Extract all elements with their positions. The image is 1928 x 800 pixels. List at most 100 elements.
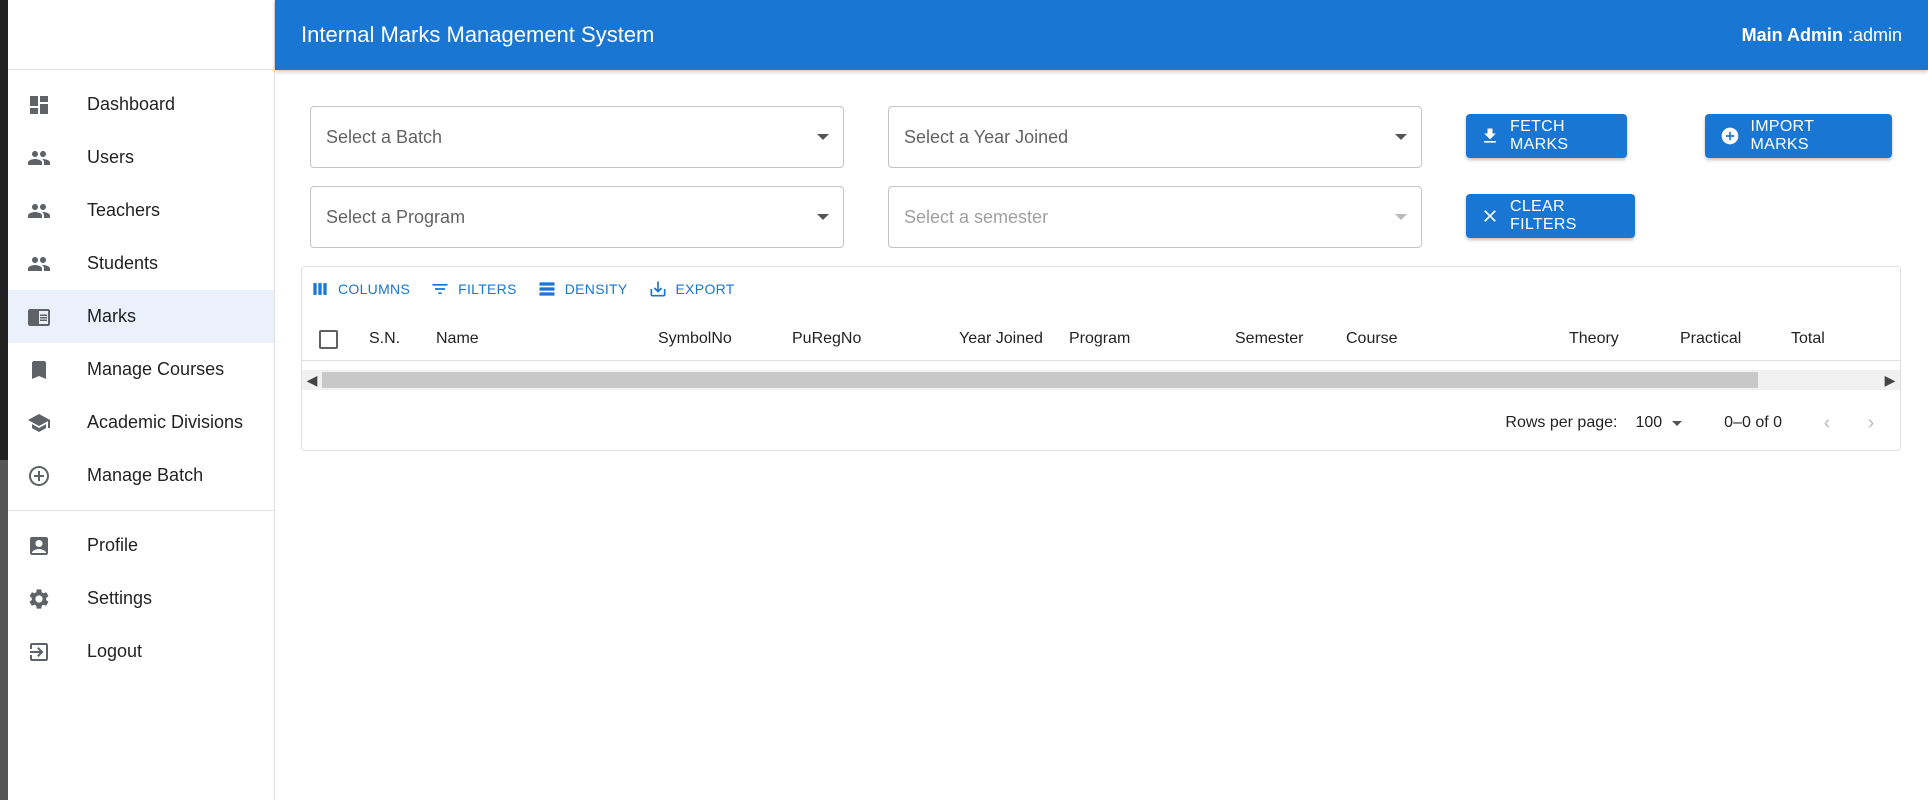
column-header-course[interactable]: Course bbox=[1346, 317, 1398, 361]
logout-icon bbox=[27, 640, 51, 664]
account-box-icon bbox=[27, 534, 51, 558]
sidebar-item-label: Profile bbox=[87, 535, 139, 555]
export-label: EXPORT bbox=[675, 281, 735, 297]
horizontal-scrollbar[interactable]: ◀ ▶ bbox=[302, 370, 1900, 390]
column-header-name[interactable]: Name bbox=[436, 317, 479, 361]
sidebar-item-label: Academic Divisions bbox=[87, 412, 244, 432]
batch-select-placeholder: Select a Batch bbox=[326, 126, 443, 147]
marks-data-grid: COLUMNS FILTERS DENSITY EXPORT S.N. Name… bbox=[301, 266, 1901, 451]
scrollbar-thumb[interactable] bbox=[322, 372, 1758, 388]
year-joined-select[interactable]: Select a Year Joined bbox=[888, 106, 1422, 168]
grid-header: S.N. Name SymbolNo PuRegNo Year Joined P… bbox=[302, 317, 1900, 361]
sidebar-item-label: Settings bbox=[87, 588, 153, 608]
add-circle-icon bbox=[27, 464, 51, 488]
chevron-down-icon bbox=[1672, 420, 1683, 426]
sidebar-item-teachers[interactable]: Teachers bbox=[8, 184, 274, 237]
chevron-down-icon bbox=[1395, 134, 1407, 140]
sidebar-item-label: Marks bbox=[87, 306, 136, 326]
column-header-year-joined[interactable]: Year Joined bbox=[959, 317, 1043, 361]
density-icon bbox=[539, 282, 555, 296]
batch-select[interactable]: Select a Batch bbox=[310, 106, 844, 168]
sidebar-item-profile[interactable]: Profile bbox=[8, 519, 274, 572]
column-header-puregno[interactable]: PuRegNo bbox=[792, 317, 861, 361]
school-icon bbox=[27, 411, 51, 435]
people-icon bbox=[27, 146, 51, 170]
columns-button[interactable]: COLUMNS bbox=[310, 279, 410, 299]
window-edge bbox=[0, 0, 8, 800]
rows-per-page-select[interactable]: 100 bbox=[1635, 414, 1683, 432]
chrome-reader-icon bbox=[27, 305, 51, 329]
column-header-theory[interactable]: Theory bbox=[1569, 317, 1619, 361]
density-label: DENSITY bbox=[564, 281, 628, 297]
fetch-marks-button[interactable]: FETCH MARKS bbox=[1466, 114, 1627, 158]
column-header-semester[interactable]: Semester bbox=[1235, 317, 1303, 361]
bookmark-icon bbox=[27, 358, 51, 382]
sidebar-item-dashboard[interactable]: Dashboard bbox=[8, 78, 274, 131]
close-icon bbox=[1480, 205, 1500, 227]
sidebar-item-logout[interactable]: Logout bbox=[8, 625, 274, 678]
rows-per-page-label: Rows per page: bbox=[1505, 414, 1618, 431]
column-header-program[interactable]: Program bbox=[1069, 317, 1130, 361]
previous-page-icon[interactable]: ‹ bbox=[1812, 408, 1842, 438]
add-circle-icon bbox=[1719, 125, 1740, 147]
next-page-icon[interactable]: › bbox=[1856, 408, 1886, 438]
app-bar: Internal Marks Management System Main Ad… bbox=[275, 0, 1928, 70]
column-header-total[interactable]: Total bbox=[1791, 317, 1825, 361]
sidebar-item-marks[interactable]: Marks bbox=[8, 290, 274, 343]
sidebar-item-academic-divisions[interactable]: Academic Divisions bbox=[8, 396, 274, 449]
dashboard-icon bbox=[27, 93, 51, 117]
column-header-symbolno[interactable]: SymbolNo bbox=[658, 317, 732, 361]
chevron-down-icon bbox=[1395, 214, 1407, 220]
sidebar-item-label: Students bbox=[87, 253, 159, 273]
sidebar-item-label: Manage Batch bbox=[87, 465, 204, 485]
sidebar-item-settings[interactable]: Settings bbox=[8, 572, 274, 625]
export-icon bbox=[650, 281, 666, 297]
sidebar-item-label: Manage Courses bbox=[87, 359, 225, 379]
sidebar-item-label: Teachers bbox=[87, 200, 161, 220]
semester-select[interactable]: Select a semester bbox=[888, 186, 1422, 248]
filters-button[interactable]: FILTERS bbox=[430, 279, 517, 299]
sidebar-divider bbox=[8, 510, 274, 511]
chevron-down-icon bbox=[817, 214, 829, 220]
rows-per-page-value: 100 bbox=[1635, 414, 1663, 431]
import-marks-button[interactable]: IMPORT MARKS bbox=[1705, 114, 1892, 158]
scroll-right-icon[interactable]: ▶ bbox=[1880, 370, 1900, 390]
semester-select-placeholder: Select a semester bbox=[904, 206, 1049, 227]
program-select[interactable]: Select a Program bbox=[310, 186, 844, 248]
user-name: :admin bbox=[1847, 24, 1902, 45]
filter-list-icon bbox=[432, 284, 448, 294]
clear-filters-button[interactable]: CLEAR FILTERS bbox=[1466, 194, 1635, 238]
select-all-checkbox[interactable] bbox=[319, 330, 338, 349]
download-icon bbox=[1480, 125, 1500, 147]
user-info: Main Admin :admin bbox=[1742, 25, 1902, 46]
sidebar-item-manage-batch[interactable]: Manage Batch bbox=[8, 449, 274, 502]
clear-filters-label: CLEAR FILTERS bbox=[1510, 198, 1577, 233]
sidebar-item-users[interactable]: Users bbox=[8, 131, 274, 184]
export-button[interactable]: EXPORT bbox=[648, 279, 735, 299]
column-header-sn[interactable]: S.N. bbox=[369, 317, 400, 361]
user-role: Main Admin bbox=[1741, 24, 1843, 45]
program-select-placeholder: Select a Program bbox=[326, 206, 466, 227]
people-icon bbox=[27, 199, 51, 223]
gear-icon bbox=[27, 587, 51, 611]
sidebar-item-label: Logout bbox=[87, 641, 143, 661]
density-button[interactable]: DENSITY bbox=[537, 279, 628, 299]
grid-toolbar: COLUMNS FILTERS DENSITY EXPORT bbox=[310, 279, 755, 299]
import-marks-label: IMPORT MARKS bbox=[1750, 118, 1814, 153]
sidebar-header bbox=[8, 0, 274, 70]
sidebar: Dashboard Users Teachers Students Marks … bbox=[8, 0, 275, 800]
view-column-icon bbox=[313, 283, 327, 295]
column-header-practical[interactable]: Practical bbox=[1680, 317, 1741, 361]
pagination-range: 0–0 of 0 bbox=[1724, 414, 1782, 431]
filters-label: FILTERS bbox=[458, 281, 517, 297]
sidebar-item-label: Dashboard bbox=[87, 94, 176, 114]
year-joined-select-placeholder: Select a Year Joined bbox=[904, 126, 1069, 147]
sidebar-item-manage-courses[interactable]: Manage Courses bbox=[8, 343, 274, 396]
grid-footer: Rows per page: 100 0–0 of 0 ‹ › bbox=[302, 397, 1900, 449]
scroll-left-icon[interactable]: ◀ bbox=[302, 370, 322, 390]
sidebar-item-label: Users bbox=[87, 147, 135, 167]
columns-label: COLUMNS bbox=[338, 281, 411, 297]
sidebar-item-students[interactable]: Students bbox=[8, 237, 274, 290]
app-title: Internal Marks Management System bbox=[301, 22, 655, 47]
sidebar-nav: Dashboard Users Teachers Students Marks … bbox=[8, 70, 274, 678]
